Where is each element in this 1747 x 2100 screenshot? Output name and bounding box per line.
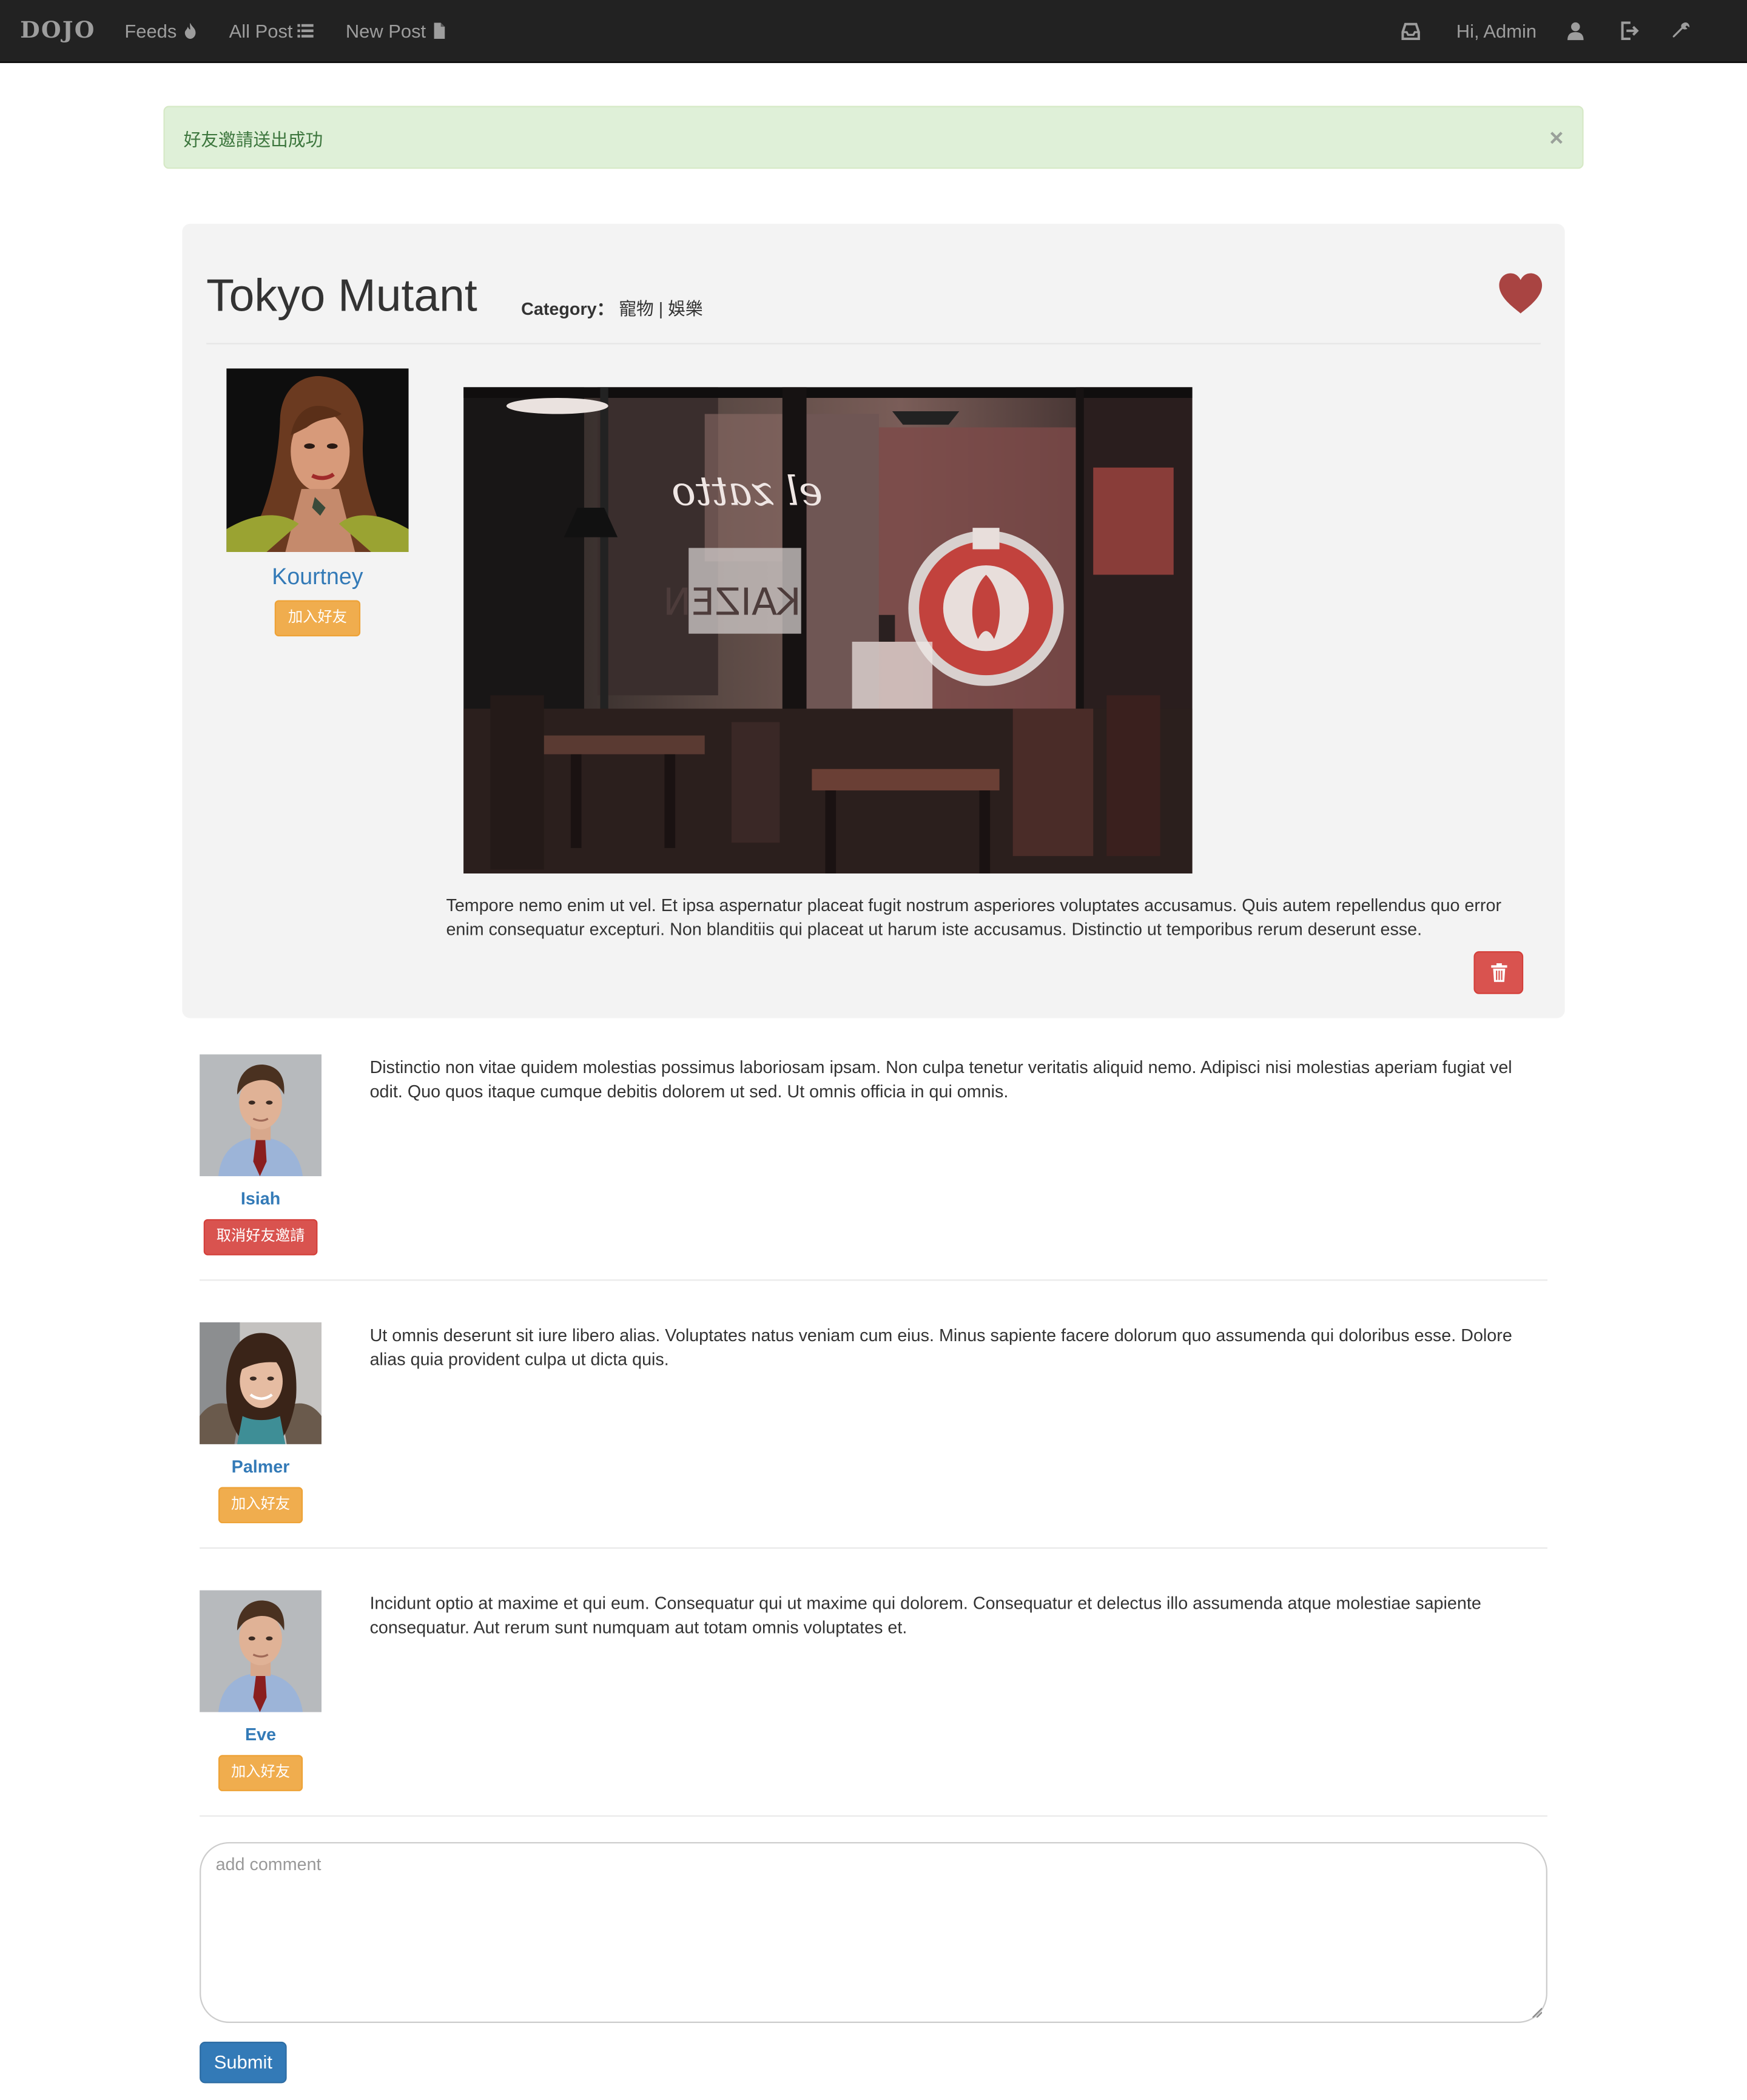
inbox-icon[interactable] xyxy=(1401,21,1420,41)
nav-new-post-label: New Post xyxy=(345,20,426,42)
heart-icon[interactable] xyxy=(1498,272,1543,315)
comment-box xyxy=(200,1842,1547,2023)
wrench-icon[interactable] xyxy=(1672,21,1691,40)
list-icon xyxy=(298,24,314,38)
title-divider xyxy=(206,343,1541,345)
comment-item: Eve 加入好友 Incidunt optio at maxime et qui… xyxy=(200,1590,1547,1859)
comment-divider xyxy=(200,1279,1547,1281)
navbar: DOJO Feeds All Post New Post Hi, Admin xyxy=(0,0,1747,63)
comment-divider xyxy=(200,1547,1547,1549)
post-category: Category： 寵物 | 娛樂 xyxy=(521,295,702,320)
user-icon[interactable] xyxy=(1566,21,1585,41)
trash-icon xyxy=(1490,963,1507,982)
comment-text: Incidunt optio at maxime et qui eum. Con… xyxy=(369,1593,1481,1637)
submit-button[interactable]: Submit xyxy=(200,2041,287,2084)
resize-handle-icon[interactable] xyxy=(1531,2007,1543,2018)
commenter-avatar[interactable] xyxy=(200,1322,322,1444)
add-friend-button[interactable]: 加入好友 xyxy=(218,1487,303,1524)
commenter-avatar[interactable] xyxy=(200,1054,322,1177)
comment-text: Ut omnis deserunt sit iure libero alias.… xyxy=(369,1325,1512,1370)
file-icon xyxy=(434,22,445,39)
comment-item: Isiah 取消好友邀請 Distinctio non vitae quidem… xyxy=(200,1054,1547,1322)
nav-all-post-label: All Post xyxy=(229,20,293,42)
delete-post-button[interactable] xyxy=(1473,951,1524,994)
alert-close-button[interactable]: × xyxy=(1549,126,1563,150)
sign-text: KAIZEN xyxy=(663,581,801,624)
category-label: Category： xyxy=(521,298,614,319)
success-alert: 好友邀請送出成功 × xyxy=(163,106,1584,169)
comment-text: Distinctio non vitae quidem molestias po… xyxy=(369,1057,1512,1102)
commenter-name[interactable]: Palmer xyxy=(200,1456,321,1476)
logout-icon[interactable] xyxy=(1620,21,1640,41)
nav-greeting[interactable]: Hi, Admin xyxy=(1456,20,1537,41)
nav-feeds-label: Feeds xyxy=(124,20,177,42)
post-panel: Tokyo Mutant Category： 寵物 | 娛樂 Kourtney … xyxy=(182,223,1565,1018)
brand-logo[interactable]: DOJO xyxy=(20,18,96,44)
fire-icon xyxy=(184,22,196,39)
author-avatar[interactable] xyxy=(226,368,409,552)
alert-message: 好友邀請送出成功 xyxy=(183,130,323,150)
post-image: el zatto KAIZEN xyxy=(463,387,1193,874)
add-friend-button[interactable]: 加入好友 xyxy=(274,600,361,637)
commenter-name[interactable]: Eve xyxy=(200,1724,321,1744)
comment-input[interactable] xyxy=(201,1843,1546,2022)
post-title: Tokyo Mutant xyxy=(206,271,477,322)
nav-all-post[interactable]: All Post xyxy=(229,20,314,41)
add-friend-button[interactable]: 加入好友 xyxy=(218,1755,303,1791)
comment-item: Palmer 加入好友 Ut omnis deserunt sit iure l… xyxy=(200,1322,1547,1590)
cancel-friend-request-button[interactable]: 取消好友邀請 xyxy=(203,1219,318,1256)
commenter-name[interactable]: Isiah xyxy=(200,1188,321,1208)
post-body: Tempore nemo enim ut vel. Et ipsa aspern… xyxy=(446,895,1502,940)
svg-text:el zatto: el zatto xyxy=(672,468,823,515)
category-value: 寵物 | 娛樂 xyxy=(619,298,703,319)
nav-feeds[interactable]: Feeds xyxy=(124,20,198,41)
comment-divider xyxy=(200,1815,1547,1817)
author-name[interactable]: Kourtney xyxy=(226,564,408,591)
nav-new-post[interactable]: New Post xyxy=(346,20,448,41)
commenter-avatar[interactable] xyxy=(200,1590,322,1712)
